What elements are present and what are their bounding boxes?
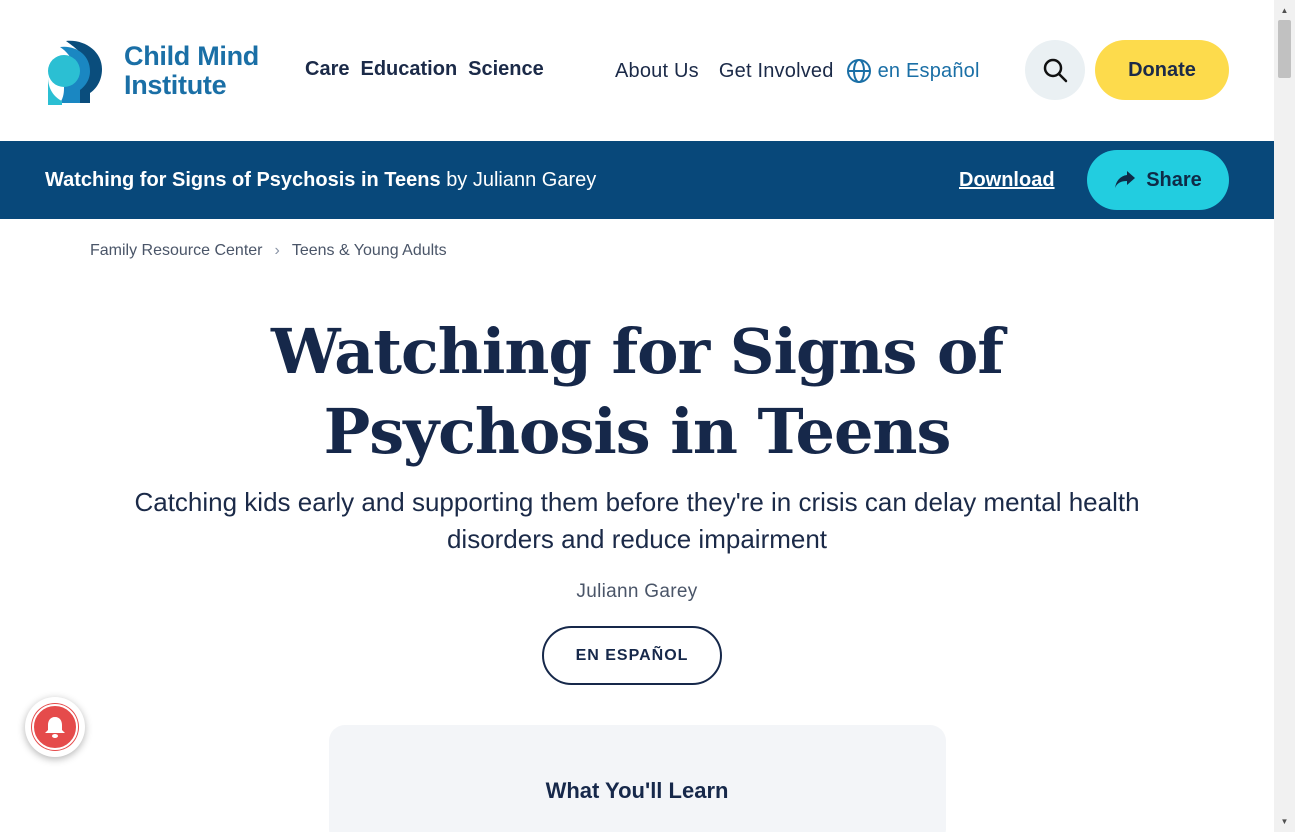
article-bar-author: by Juliann Garey bbox=[446, 169, 597, 191]
nav-science[interactable]: Science bbox=[468, 58, 544, 81]
search-button[interactable] bbox=[1025, 40, 1085, 100]
download-link[interactable]: Download bbox=[959, 169, 1055, 192]
share-label: Share bbox=[1146, 168, 1202, 191]
language-label: en Español bbox=[877, 59, 980, 82]
article-bar: Watching for Signs of Psychosis in Teens… bbox=[0, 141, 1274, 219]
scrollbar[interactable]: ▲ ▼ bbox=[1274, 0, 1295, 832]
bell-icon bbox=[45, 717, 65, 738]
primary-nav: Care Education Science bbox=[305, 58, 544, 81]
notification-button[interactable] bbox=[25, 697, 85, 757]
article-bar-headline: Watching for Signs of Psychosis in Teens bbox=[45, 169, 441, 191]
scroll-thumb[interactable] bbox=[1278, 20, 1291, 78]
scroll-up-icon[interactable]: ▲ bbox=[1274, 2, 1295, 19]
chevron-right-icon: › bbox=[274, 242, 280, 259]
breadcrumb-family-resource-center[interactable]: Family Resource Center bbox=[90, 242, 263, 260]
site-header: Child Mind Institute Care Education Scie… bbox=[0, 0, 1274, 141]
scroll-down-icon[interactable]: ▼ bbox=[1274, 813, 1295, 830]
nav-about-us[interactable]: About Us bbox=[615, 60, 699, 83]
page-subtitle: Catching kids early and supporting them … bbox=[134, 487, 1140, 554]
share-icon bbox=[1115, 171, 1136, 188]
donate-button[interactable]: Donate bbox=[1095, 40, 1229, 100]
author-name[interactable]: Juliann Garey bbox=[0, 581, 1274, 603]
nav-get-involved[interactable]: Get Involved bbox=[719, 60, 834, 83]
secondary-nav: About Us Get Involved en Español bbox=[615, 58, 980, 84]
site-logo[interactable]: Child Mind Institute bbox=[44, 36, 274, 106]
share-button[interactable]: Share bbox=[1087, 150, 1229, 210]
logo-icon bbox=[44, 37, 106, 105]
breadcrumb: Family Resource Center › Teens & Young A… bbox=[90, 242, 447, 260]
learn-title: What You'll Learn bbox=[545, 778, 729, 803]
page-title: Watching for Signs of Psychosis in Teens bbox=[271, 315, 1004, 468]
logo-line2: Institute bbox=[124, 70, 227, 100]
breadcrumb-teens-young-adults[interactable]: Teens & Young Adults bbox=[292, 242, 447, 260]
nav-care[interactable]: Care bbox=[305, 58, 349, 81]
globe-icon bbox=[846, 59, 871, 83]
nav-education[interactable]: Education bbox=[360, 58, 457, 81]
logo-line1: Child Mind bbox=[124, 41, 259, 71]
search-icon bbox=[1043, 58, 1068, 83]
logo-text: Child Mind Institute bbox=[124, 42, 259, 100]
en-espanol-button[interactable]: EN ESPAÑOL bbox=[542, 626, 722, 685]
article-bar-title: Watching for Signs of Psychosis in Teens… bbox=[45, 169, 596, 192]
language-link[interactable]: en Español bbox=[846, 58, 980, 84]
